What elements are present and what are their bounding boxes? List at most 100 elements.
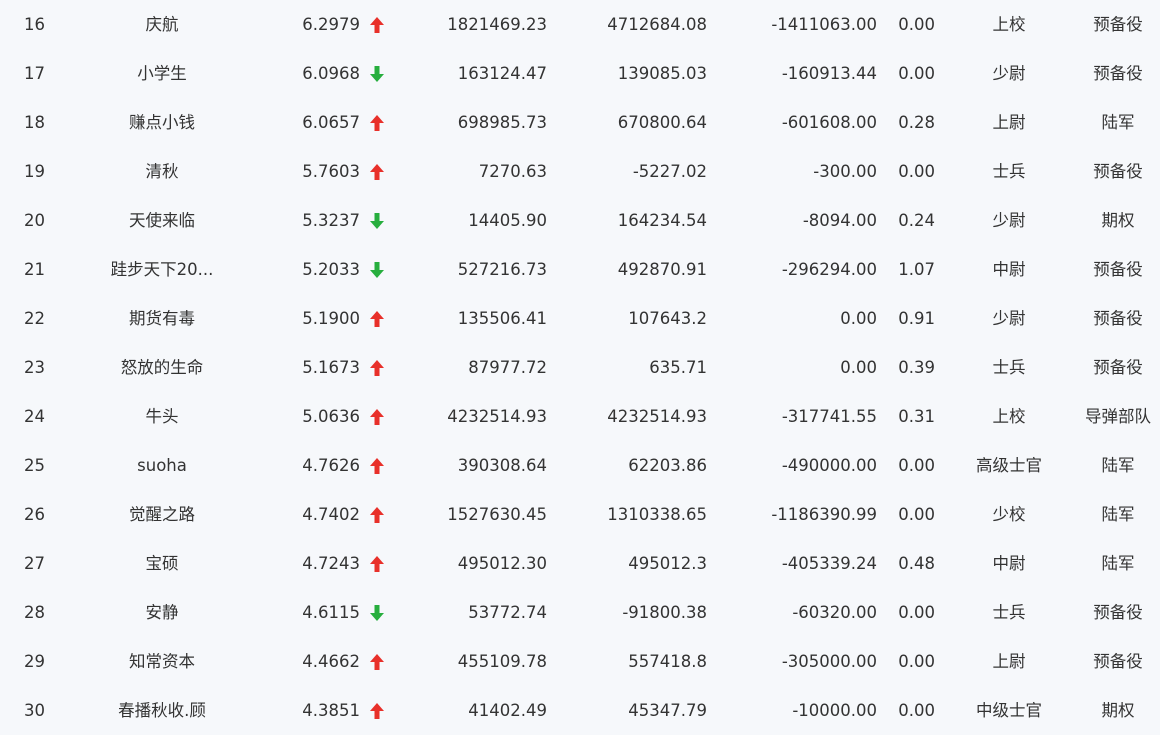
value-1-cell: 135506.41 [457, 309, 547, 328]
table-row[interactable]: 17 小学生 6.0968 163124.47 139085.03 -160913.44 0… [0, 49, 1160, 98]
arrow-down-icon [370, 245, 386, 294]
value-1-cell: 1527630.45 [447, 505, 547, 524]
score-cell: 5.0636 [302, 407, 360, 426]
value-3-cell: -305000.00 [781, 652, 877, 671]
level-cell: 少校 [992, 505, 1026, 524]
category-cell: 陆军 [1101, 554, 1135, 573]
arrow-up-icon [370, 686, 386, 735]
rank-cell: 27 [24, 554, 45, 573]
level-cell: 士兵 [992, 603, 1026, 622]
name-cell[interactable]: 天使来临 [92, 196, 232, 245]
arrow-down-icon [370, 196, 386, 245]
value-2-cell: -91800.38 [622, 603, 707, 622]
level-cell: 上校 [992, 15, 1026, 34]
value-3-cell: -1411063.00 [771, 15, 877, 34]
value-2-cell: 164234.54 [617, 211, 707, 230]
value-1-cell: 41402.49 [468, 701, 547, 720]
value-4-cell: 0.00 [898, 652, 935, 671]
table-row[interactable]: 20 天使来临 5.3237 14405.90 164234.54 -8094.00 0.2… [0, 196, 1160, 245]
rank-cell: 29 [24, 652, 45, 671]
category-cell: 预备役 [1093, 358, 1143, 377]
score-cell: 5.2033 [302, 260, 360, 279]
rank-cell: 17 [24, 64, 45, 83]
category-cell: 陆军 [1101, 456, 1135, 475]
level-cell: 上尉 [992, 113, 1026, 132]
table-row[interactable]: 21 跬步天下20... 5.2033 527216.73 492870.91 -2962… [0, 245, 1160, 294]
category-cell: 预备役 [1093, 260, 1143, 279]
value-3-cell: -10000.00 [792, 701, 877, 720]
value-1-cell: 698985.73 [457, 113, 547, 132]
value-4-cell: 0.00 [898, 505, 935, 524]
arrow-up-icon [370, 98, 386, 147]
value-2-cell: 4232514.93 [607, 407, 707, 426]
name-cell[interactable]: 跬步天下20... [92, 245, 232, 294]
table-row[interactable]: 19 清秋 5.7603 7270.63 -5227.02 -300.00 0.00 士兵 预备… [0, 147, 1160, 196]
value-3-cell: -296294.00 [781, 260, 877, 279]
rank-cell: 20 [24, 211, 45, 230]
arrow-up-icon [370, 343, 386, 392]
table-row[interactable]: 24 牛头 5.0636 4232514.93 4232514.93 -317741.55… [0, 392, 1160, 441]
score-cell: 4.7243 [302, 554, 360, 573]
name-cell[interactable]: 期货有毒 [92, 294, 232, 343]
category-cell: 期权 [1101, 701, 1135, 720]
name-cell[interactable]: 清秋 [92, 147, 232, 196]
arrow-down-icon [370, 49, 386, 98]
name-cell[interactable]: 牛头 [92, 392, 232, 441]
table-row[interactable]: 25 suoha 4.7626 390308.64 62203.86 -490000.00… [0, 441, 1160, 490]
score-cell: 4.6115 [302, 603, 360, 622]
category-cell: 预备役 [1093, 652, 1143, 671]
table-row[interactable]: 16 庆航 6.2979 1821469.23 4712684.08 -1411063.0… [0, 0, 1160, 49]
table-row[interactable]: 30 春播秋收.顾 4.3851 41402.49 45347.79 -10000.00 0… [0, 686, 1160, 735]
arrow-up-icon [370, 0, 386, 49]
name-cell[interactable]: 宝硕 [92, 539, 232, 588]
value-1-cell: 455109.78 [457, 652, 547, 671]
value-4-cell: 0.00 [898, 15, 935, 34]
name-cell[interactable]: 觉醒之路 [92, 490, 232, 539]
table-row[interactable]: 28 安静 4.6115 53772.74 -91800.38 -60320.00 0.00… [0, 588, 1160, 637]
name-cell[interactable]: 小学生 [92, 49, 232, 98]
value-2-cell: 495012.3 [628, 554, 707, 573]
value-4-cell: 0.00 [898, 456, 935, 475]
value-4-cell: 0.24 [898, 211, 935, 230]
name-cell[interactable]: 怒放的生命 [92, 343, 232, 392]
level-cell: 少尉 [992, 309, 1026, 328]
table-row[interactable]: 18 赚点小钱 6.0657 698985.73 670800.64 -601608.00… [0, 98, 1160, 147]
arrow-up-icon [370, 539, 386, 588]
value-2-cell: 492870.91 [617, 260, 707, 279]
value-4-cell: 0.00 [898, 162, 935, 181]
level-cell: 高级士官 [976, 456, 1042, 475]
table-row[interactable]: 26 觉醒之路 4.7402 1527630.45 1310338.65 -1186390… [0, 490, 1160, 539]
rank-cell: 22 [24, 309, 45, 328]
score-cell: 4.4662 [302, 652, 360, 671]
category-cell: 预备役 [1093, 309, 1143, 328]
value-1-cell: 1821469.23 [447, 15, 547, 34]
name-cell[interactable]: 知常资本 [92, 637, 232, 686]
table-row[interactable]: 23 怒放的生命 5.1673 87977.72 635.71 0.00 0.39 士兵 预备役 [0, 343, 1160, 392]
score-cell: 4.7626 [302, 456, 360, 475]
level-cell: 少尉 [992, 64, 1026, 83]
arrow-up-icon [370, 294, 386, 343]
value-2-cell: 4712684.08 [607, 15, 707, 34]
level-cell: 中尉 [992, 554, 1026, 573]
name-cell[interactable]: 春播秋收.顾 [92, 686, 232, 735]
value-1-cell: 495012.30 [457, 554, 547, 573]
value-3-cell: -601608.00 [781, 113, 877, 132]
score-cell: 6.0968 [302, 64, 360, 83]
rank-cell: 21 [24, 260, 45, 279]
value-4-cell: 0.31 [898, 407, 935, 426]
category-cell: 陆军 [1101, 113, 1135, 132]
table-row[interactable]: 29 知常资本 4.4662 455109.78 557418.8 -305000.00 0… [0, 637, 1160, 686]
category-cell: 预备役 [1093, 15, 1143, 34]
rank-cell: 30 [24, 701, 45, 720]
name-cell[interactable]: 赚点小钱 [92, 98, 232, 147]
rank-cell: 26 [24, 505, 45, 524]
score-cell: 6.0657 [302, 113, 360, 132]
table-row[interactable]: 27 宝硕 4.7243 495012.30 495012.3 -405339.24 0.4… [0, 539, 1160, 588]
name-cell[interactable]: 安静 [92, 588, 232, 637]
category-cell: 期权 [1101, 211, 1135, 230]
name-cell[interactable]: 庆航 [92, 0, 232, 49]
category-cell: 预备役 [1093, 162, 1143, 181]
level-cell: 士兵 [992, 358, 1026, 377]
name-cell[interactable]: suoha [92, 441, 232, 490]
table-row[interactable]: 22 期货有毒 5.1900 135506.41 107643.2 0.00 0.91 少尉 预… [0, 294, 1160, 343]
